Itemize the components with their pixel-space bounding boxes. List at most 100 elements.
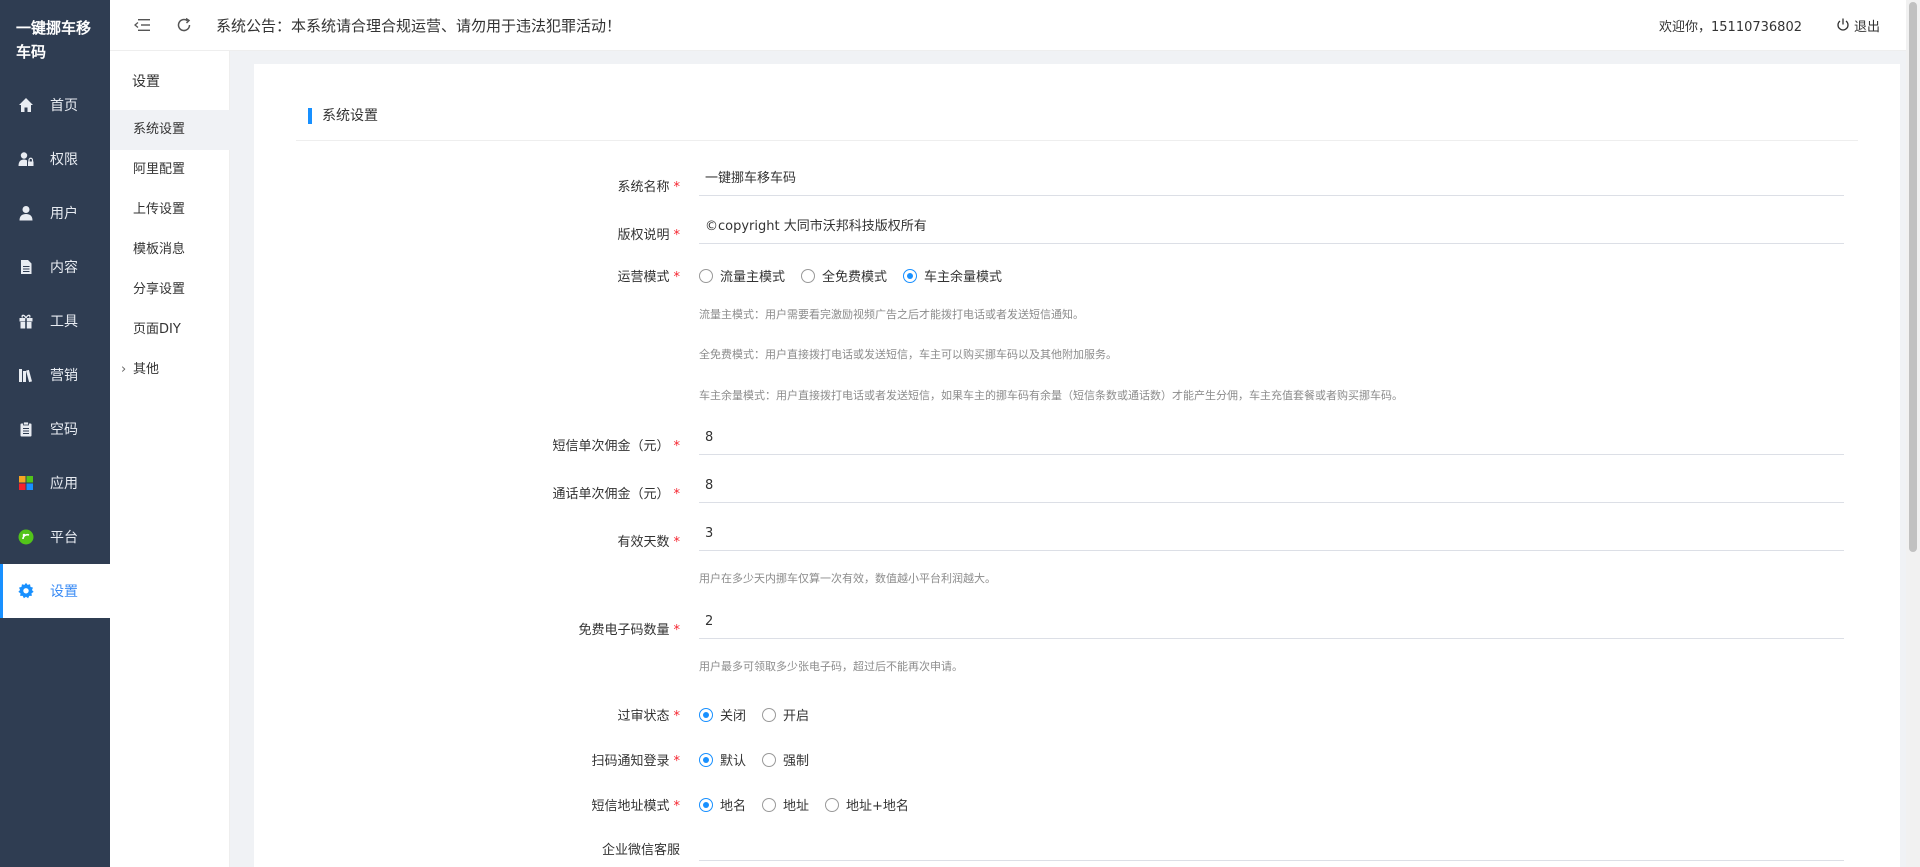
radio-scan-force[interactable]: 强制 xyxy=(762,750,809,769)
wecom-service-label: 企业微信客服 xyxy=(602,839,680,858)
wecom-service-input[interactable] xyxy=(699,831,1844,861)
refresh-icon[interactable] xyxy=(174,15,194,35)
page-scrollbar[interactable] xyxy=(1906,0,1920,867)
required-mark: * xyxy=(673,709,681,724)
radio-dot xyxy=(699,268,713,283)
submenu-item-template-message[interactable]: 模板消息 xyxy=(110,230,230,270)
submenu-item-other[interactable]: › 其他 xyxy=(110,350,230,390)
nav-item-settings[interactable]: 设置 xyxy=(0,564,110,618)
submenu-item-ali-config[interactable]: 阿里配置 xyxy=(110,150,230,190)
valid-days-input[interactable]: 3 xyxy=(699,521,1844,551)
required-mark: * xyxy=(673,754,681,769)
radio-dot xyxy=(762,797,777,812)
settings-submenu: 设置 系统设置 阿里配置 上传设置 模板消息 分享设置 页面DIY › 其他 xyxy=(110,0,230,867)
scan-login-radios: 默认 强制 xyxy=(699,750,825,769)
free-codes-hint: 用户最多可领取多少张电子码，超过后不能再次申请。 xyxy=(699,660,963,673)
submenu-item-system-settings[interactable]: 系统设置 xyxy=(110,110,230,150)
valid-days-hint: 用户在多少天内挪车仅算一次有效，数值越小平台利润越大。 xyxy=(699,572,996,585)
operation-mode-radios: 流量主模式 全免费模式 车主余量模式 xyxy=(699,266,1018,285)
radio-label: 全免费模式 xyxy=(822,270,888,285)
call-commission-label: 通话单次佣金（元） * xyxy=(552,483,680,502)
radio-traffic-mode[interactable]: 流量主模式 xyxy=(699,266,785,285)
submenu-item-label: 其他 xyxy=(133,362,160,377)
document-icon xyxy=(16,257,36,277)
radio-owner-balance-mode[interactable]: 车主余量模式 xyxy=(903,266,1002,285)
free-codes-input[interactable]: 2 xyxy=(699,609,1844,639)
logout-label: 退出 xyxy=(1853,19,1880,35)
sms-address-label: 短信地址模式 * xyxy=(591,795,680,814)
radio-address-placename[interactable]: 地名 xyxy=(699,795,746,814)
radio-scan-default[interactable]: 默认 xyxy=(699,750,746,769)
sms-commission-input[interactable]: 8 xyxy=(699,425,1844,455)
mode-hint-traffic: 流量主模式：用户需要看完激励视频广告之后才能拨打电话或者发送短信通知。 xyxy=(699,308,1084,321)
nav-label: 设置 xyxy=(50,584,78,600)
radio-label: 流量主模式 xyxy=(720,270,786,285)
required-mark: * xyxy=(673,180,681,195)
call-commission-input[interactable]: 8 xyxy=(699,473,1844,503)
submenu-item-upload-settings[interactable]: 上传设置 xyxy=(110,190,230,230)
nav-item-tools[interactable]: 工具 xyxy=(0,294,110,348)
nav-label: 工具 xyxy=(50,314,78,330)
nav-label: 用户 xyxy=(50,206,78,222)
label-text: 扫码通知登录 xyxy=(591,754,670,769)
power-icon xyxy=(1837,18,1849,31)
label-text: 通话单次佣金（元） xyxy=(552,487,670,502)
nav-item-home[interactable]: 首页 xyxy=(0,78,110,132)
logout-button[interactable]: 退出 xyxy=(1836,16,1880,35)
mode-hint-owner-balance: 车主余量模式：用户直接拨打电话或者发送短信，如果车主的挪车码有余量（短信条数或通… xyxy=(699,389,1403,402)
nav-label: 首页 xyxy=(50,98,78,114)
radio-free-mode[interactable]: 全免费模式 xyxy=(801,266,887,285)
nav-label: 权限 xyxy=(50,152,78,168)
radio-review-off[interactable]: 关闭 xyxy=(699,705,746,724)
radio-label: 默认 xyxy=(720,754,747,769)
radio-address-address[interactable]: 地址 xyxy=(762,795,809,814)
gear-icon xyxy=(16,581,36,601)
required-mark: * xyxy=(673,535,681,550)
home-icon xyxy=(16,95,36,115)
scrollbar-thumb[interactable] xyxy=(1909,2,1917,552)
books-icon xyxy=(16,365,36,385)
menu-collapse-icon[interactable] xyxy=(132,15,152,35)
platform-icon xyxy=(16,527,36,547)
submenu-item-share-settings[interactable]: 分享设置 xyxy=(110,270,230,310)
gift-icon xyxy=(16,311,36,331)
submenu-item-page-diy[interactable]: 页面DIY xyxy=(110,310,230,350)
mode-hint-free: 全免费模式：用户直接拨打电话或发送短信，车主可以购买挪车码以及其他附加服务。 xyxy=(699,348,1117,361)
label-text: 短信地址模式 xyxy=(591,799,670,814)
required-mark: * xyxy=(673,228,681,243)
label-text: 免费电子码数量 xyxy=(578,623,670,638)
radio-dot xyxy=(762,707,777,722)
required-mark: * xyxy=(673,487,681,502)
nav-label: 应用 xyxy=(50,476,78,492)
section-divider xyxy=(296,140,1858,141)
radio-dot xyxy=(801,268,816,283)
welcome-text: 欢迎你，15110736802 xyxy=(1659,19,1802,35)
nav-item-apps[interactable]: 应用 xyxy=(0,456,110,510)
radio-dot xyxy=(903,268,918,283)
nav-item-marketing[interactable]: 营销 xyxy=(0,348,110,402)
radio-label: 关闭 xyxy=(720,709,747,724)
copyright-input[interactable]: ©copyright 大同市沃邦科技版权所有 xyxy=(699,214,1844,244)
radio-review-on[interactable]: 开启 xyxy=(762,705,809,724)
nav-item-permission[interactable]: 权限 xyxy=(0,132,110,186)
label-text: 系统名称 xyxy=(617,180,670,195)
settings-panel: 系统设置 系统名称 * 一键挪车移车码 版权说明 * ©copyright 大同市沃… xyxy=(254,64,1900,867)
submenu-title: 设置 xyxy=(132,74,160,90)
review-status-radios: 关闭 开启 xyxy=(699,705,825,724)
system-name-input[interactable]: 一键挪车移车码 xyxy=(699,166,1844,196)
nav-item-content[interactable]: 内容 xyxy=(0,240,110,294)
free-codes-label: 免费电子码数量 * xyxy=(578,619,680,638)
nav-item-platform[interactable]: 平台 xyxy=(0,510,110,564)
clipboard-icon xyxy=(16,419,36,439)
system-name-label: 系统名称 * xyxy=(617,176,680,195)
radio-address-both[interactable]: 地址+地名 xyxy=(825,795,909,814)
label-text: 企业微信客服 xyxy=(601,843,680,858)
chevron-right-icon: › xyxy=(121,362,127,377)
main-sidebar: 一键挪车移车码 首页 权限 用户 内容 工具 营销 空码 应用 平台 设置 xyxy=(0,0,110,867)
radio-dot xyxy=(762,752,777,767)
sms-address-radios: 地名 地址 地址+地名 xyxy=(699,795,925,814)
nav-item-empty-code[interactable]: 空码 xyxy=(0,402,110,456)
nav-item-user[interactable]: 用户 xyxy=(0,186,110,240)
required-mark: * xyxy=(673,799,681,814)
required-mark: * xyxy=(673,623,681,638)
